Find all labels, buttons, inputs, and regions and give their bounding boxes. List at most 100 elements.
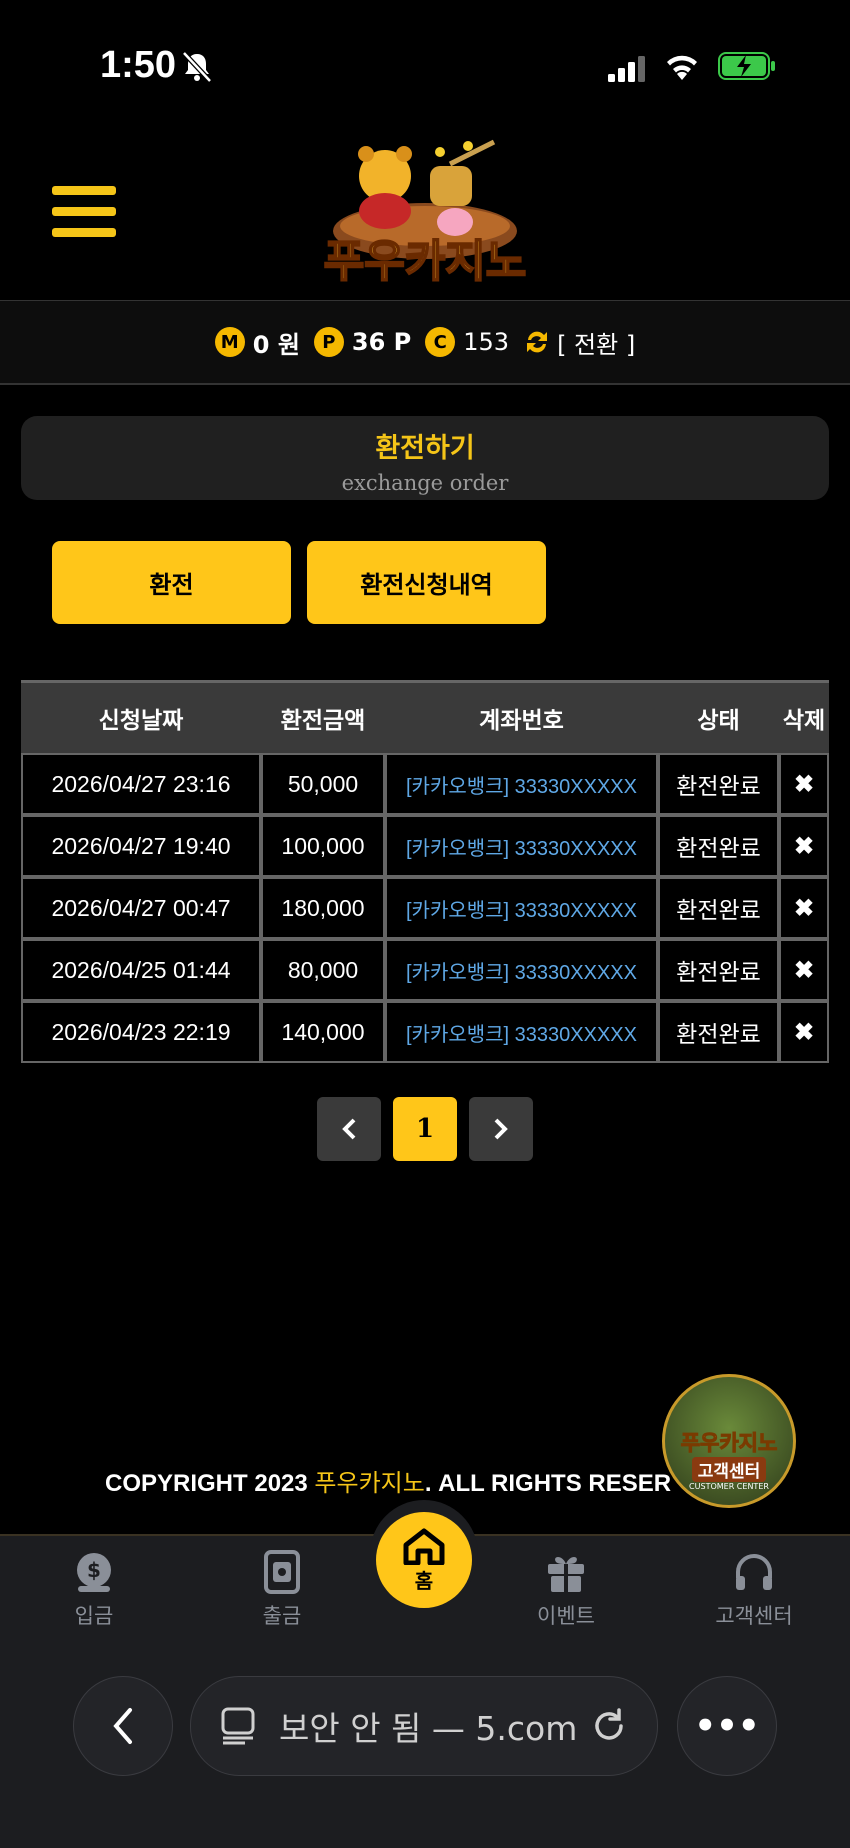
page-number-current[interactable]: 1 [393,1097,457,1161]
delete-x-icon[interactable]: ✖ [794,957,814,984]
delete-x-icon[interactable]: ✖ [794,1019,814,1046]
row-delete[interactable]: ✖ [779,815,829,877]
exchange-table: 신청날짜 환전금액 계좌번호 상태 삭제 2026/04/27 23:16 50,… [21,680,829,1063]
cs-badge-label: 고객센터 [691,1457,767,1482]
browser-back-button[interactable] [73,1676,173,1776]
status-time: 1:50 [100,44,177,86]
row-delete[interactable]: ✖ [779,877,829,939]
header-status: 상태 [658,680,779,753]
nav-withdraw[interactable]: 출금 [222,1550,342,1630]
header-amount: 환전금액 [261,680,385,753]
page-subtitle: exchange order [341,471,509,495]
battery-charging-icon [718,52,775,80]
wifi-icon [667,55,697,80]
next-page-button[interactable] [469,1097,533,1161]
copyright: COPYRIGHT 2023 푸우카지노. ALL RIGHTS RESER [105,1463,745,1498]
nav-event-label: 이벤트 [537,1604,595,1628]
header-account: 계좌번호 [385,680,658,753]
exchange-history-button[interactable]: 환전신청내역 [307,541,546,624]
svg-text:$: $ [87,1558,101,1582]
delete-x-icon[interactable]: ✖ [794,833,814,860]
chevron-left-icon [113,1708,132,1744]
row-date: 2026/04/27 00:47 [21,877,261,939]
row-amount: 180,000 [261,877,385,939]
cs-badge-sublabel: CUSTOMER CENTER [689,1482,769,1491]
table-row: 2026/04/27 23:16 50,000 [카카오뱅크] 33330XXXXX… [21,753,829,815]
row-date: 2026/04/25 01:44 [21,939,261,1001]
row-account[interactable]: [카카오뱅크] 33330XXXXX [385,1001,658,1063]
header-delete: 삭제 [779,680,829,753]
refresh-icon [527,331,548,353]
nav-deposit-label: 입금 [74,1604,114,1628]
copyright-suffix: . ALL RIGHTS RESER [424,1470,672,1497]
headphones-icon [736,1554,772,1590]
chevron-left-icon [342,1118,356,1140]
row-status: 환전완료 [658,877,779,939]
home-icon [403,1528,445,1565]
chevron-right-icon [494,1118,508,1140]
nav-event[interactable]: 이벤트 [506,1550,626,1630]
row-date: 2026/04/23 22:19 [21,1001,261,1063]
delete-x-icon[interactable]: ✖ [794,895,814,922]
row-account[interactable]: [카카오뱅크] 33330XXXXX [385,753,658,815]
row-date: 2026/04/27 23:16 [21,753,261,815]
reload-icon[interactable] [591,1708,627,1744]
row-delete[interactable]: ✖ [779,939,829,1001]
coin-value: 153 [463,328,510,356]
url-security-label: 보안 안 됨 — [279,1709,476,1748]
hamburger-menu-icon[interactable] [52,186,116,242]
nav-home[interactable]: 홈 [376,1512,472,1608]
header-date: 신청날짜 [21,680,261,753]
row-account[interactable]: [카카오뱅크] 33330XXXXX [385,877,658,939]
row-amount: 50,000 [261,753,385,815]
convert-label: [ 전환 ] [557,330,636,359]
copyright-prefix: COPYRIGHT 2023 [105,1470,315,1497]
nav-home-label: 홈 [414,1568,434,1593]
point-balance: P 36 P [313,327,412,357]
row-amount: 140,000 [261,1001,385,1063]
ellipsis-icon: ••• [694,1706,760,1746]
coin-balance: C 153 [425,327,509,357]
cs-badge-brand: 푸우카지노 [680,1431,778,1456]
balance-bar: M 0 원 P 36 P C 153 [ 전환 ] [0,301,850,385]
convert-button[interactable]: [ 전환 ] [523,325,635,360]
exchange-button[interactable]: 환전 [52,541,291,624]
table-header-row: 신청날짜 환전금액 계좌번호 상태 삭제 [21,680,829,753]
money-balance: M 0 원 [214,325,300,360]
status-bar: 1:50 [0,0,850,130]
gift-icon [548,1557,584,1592]
money-bag-icon: $ [77,1553,111,1592]
table-row: 2026/04/27 19:40 100,000 [카카오뱅크] 33330XXXX… [21,815,829,877]
row-delete[interactable]: ✖ [779,753,829,815]
row-delete[interactable]: ✖ [779,1001,829,1063]
site-logo[interactable]: 푸우카지노 [300,136,550,296]
row-status: 환전완료 [658,939,779,1001]
copyright-brand: 푸우카지노 [314,1470,425,1497]
atm-icon [264,1550,300,1594]
money-coin-icon: M [214,327,245,357]
url-domain: 5.com [475,1709,578,1748]
more-options-button[interactable]: ••• [677,1676,777,1776]
row-status: 환전완료 [658,815,779,877]
site-header: 푸우카지노 [0,130,850,301]
nav-support-label: 고객센터 [715,1604,793,1628]
money-value: 0 원 [252,330,300,359]
row-account[interactable]: [카카오뱅크] 33330XXXXX [385,815,658,877]
prev-page-button[interactable] [317,1097,381,1161]
point-value: 36 P [351,328,412,356]
table-row: 2026/04/25 01:44 80,000 [카카오뱅크] 33330XXXXX… [21,939,829,1001]
row-status: 환전완료 [658,1001,779,1063]
customer-center-badge[interactable]: 푸우카지노 고객센터 CUSTOMER CENTER [662,1374,796,1508]
page-title: 환전하기 [375,433,475,464]
row-date: 2026/04/27 19:40 [21,815,261,877]
nav-deposit[interactable]: $ 입금 [34,1550,154,1630]
row-account[interactable]: [카카오뱅크] 33330XXXXX [385,939,658,1001]
nav-support[interactable]: 고객센터 [694,1550,814,1630]
url-text: 보안 안 됨 — 5.com [279,1702,577,1750]
delete-x-icon[interactable]: ✖ [794,771,814,798]
address-bar[interactable]: 보안 안 됨 — 5.com [190,1676,658,1776]
row-amount: 100,000 [261,815,385,877]
pagination: 1 [317,1097,533,1161]
point-coin-icon: P [313,327,344,357]
row-status: 환전완료 [658,753,779,815]
